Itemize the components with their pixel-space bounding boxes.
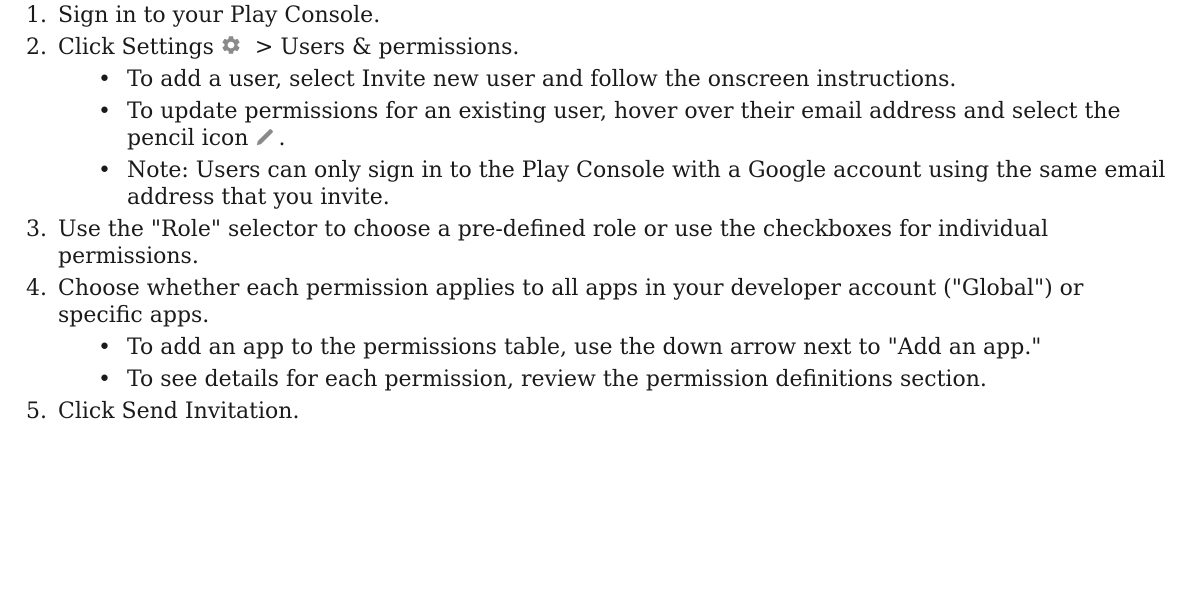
step-text: Click Settings [58, 35, 214, 60]
step-text-suffix: > Users & permissions. [247, 35, 520, 60]
bullet-marker: • [98, 67, 111, 92]
step-text: Use the "Role" selector to choose a pre-… [58, 217, 1049, 269]
step-3: 3. Use the "Role" selector to choose a p… [0, 216, 1195, 270]
step-number: 4. [26, 276, 47, 301]
bullet-marker: • [98, 158, 111, 183]
bullet-marker: • [98, 367, 111, 392]
step-1: 1. Sign in to your Play Console. [0, 2, 1195, 29]
step-text: Sign in to your Play Console. [58, 3, 381, 28]
step-number: 5. [26, 399, 47, 424]
step-number: 1. [26, 3, 47, 28]
step-text: Choose whether each permission applies t… [58, 276, 1084, 328]
step-number: 3. [26, 217, 47, 242]
step-number: 2. [26, 35, 47, 60]
step-2-bullet-3: • Note: Users can only sign in to the Pl… [0, 157, 1195, 211]
bullet-text-suffix: . [278, 126, 286, 151]
step-4: 4. Choose whether each permission applie… [0, 275, 1195, 329]
bullet-text: To add an app to the permissions table, … [127, 335, 1042, 360]
step-text: Click Send Invitation. [58, 399, 300, 424]
bullet-marker: • [98, 335, 111, 360]
step-5: 5. Click Send Invitation. [0, 398, 1195, 425]
bullet-text: To add a user, select Invite new user an… [127, 67, 957, 92]
step-4-bullet-1: • To add an app to the permissions table… [0, 334, 1195, 361]
step-2-bullet-1: • To add a user, select Invite new user … [0, 66, 1195, 93]
pencil-icon [254, 126, 276, 148]
step-2: 2. Click Settings > Users & permissions. [0, 34, 1195, 61]
bullet-text: Note: Users can only sign in to the Play… [127, 158, 1166, 210]
bullet-text: To see details for each permission, revi… [127, 367, 987, 392]
bullet-marker: • [98, 99, 111, 124]
instructions-list: 1. Sign in to your Play Console. 2. Clic… [0, 0, 1195, 425]
step-2-bullet-2: • To update permissions for an existing … [0, 98, 1195, 152]
gear-icon [220, 34, 242, 56]
step-4-bullet-2: • To see details for each permission, re… [0, 366, 1195, 393]
